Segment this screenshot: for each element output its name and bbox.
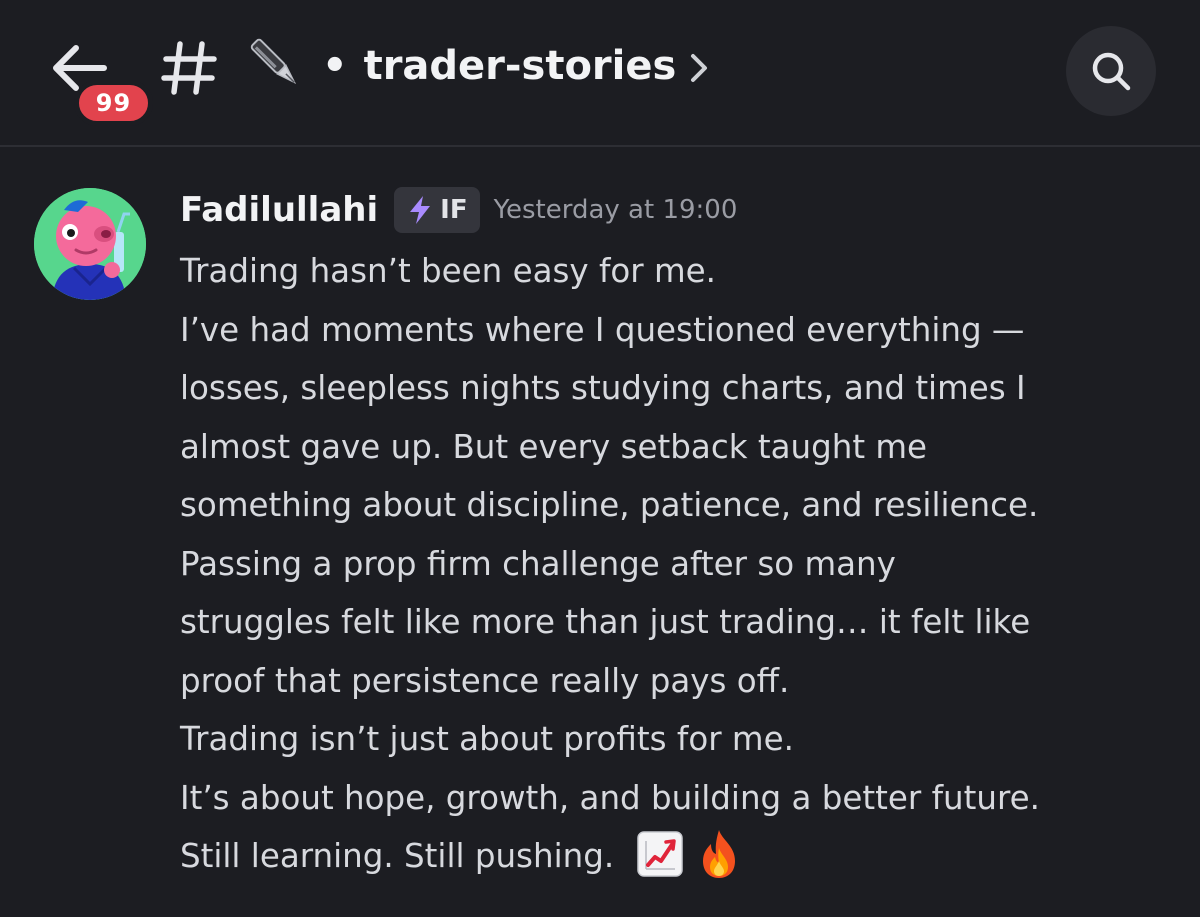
message-author[interactable]: Fadilullahi (180, 190, 378, 230)
search-button[interactable] (1066, 26, 1156, 116)
fire-icon (702, 830, 735, 878)
role-tag-label: IF (440, 195, 468, 225)
channel-name: trader-stories (363, 43, 677, 89)
message-line: Passing a prop firm challenge after so m… (180, 544, 896, 583)
role-tag[interactable]: IF (394, 187, 480, 233)
channel-header: 99 • trader-stories (0, 0, 1200, 145)
search-icon (1092, 52, 1131, 91)
message-line-last: Still learning. Still pushing. (180, 827, 1190, 886)
message-line: almost gave up. But every setback taught… (180, 427, 928, 466)
unread-count-badge: 99 (74, 80, 153, 126)
message-line-text: Still learning. Still pushing. (180, 837, 615, 875)
message-line: Trading hasn’t been easy for me. (180, 252, 716, 290)
chat-screen: 99 • trader-stories Fadilullahi IF Yeste… (0, 0, 1200, 917)
hash-icon (160, 38, 218, 98)
chevron-right-icon[interactable] (686, 48, 712, 88)
message-line: losses, sleepless nights studying charts… (180, 369, 1026, 407)
avatar[interactable] (34, 188, 146, 300)
message-line: struggles felt like more than just tradi… (180, 603, 1031, 641)
message-body: Trading hasn’t been easy for me. I’ve ha… (180, 242, 1190, 886)
header-divider (0, 145, 1200, 147)
message-line: I’ve had moments where I questioned ever… (180, 310, 1025, 349)
message-header: Fadilullahi IF Yesterday at 19:00 (180, 184, 737, 236)
pen-icon (244, 32, 308, 96)
message-timestamp: Yesterday at 19:00 (493, 195, 738, 225)
lightning-bolt-icon (410, 196, 431, 224)
chart-increasing-icon (636, 831, 683, 877)
message-line: something about discipline, patience, an… (180, 486, 1039, 524)
message-line: It’s about hope, growth, and building a … (180, 778, 1040, 817)
channel-title-separator: • (322, 43, 348, 89)
channel-title[interactable]: • trader-stories (322, 38, 676, 94)
message-line: Trading isn’t just about profits for me. (180, 720, 794, 758)
message-line: proof that persistence really pays off. (180, 661, 790, 700)
